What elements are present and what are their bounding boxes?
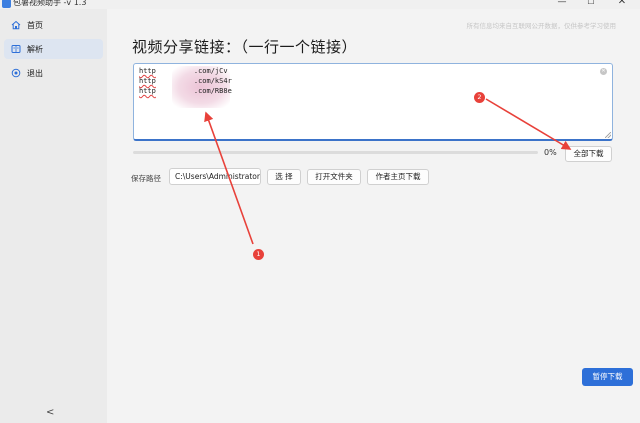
close-button[interactable]: ✕ — [608, 0, 636, 8]
share-links-textarea[interactable]: http .com/jCv http .com/kS4r http .com/RB8e… — [133, 63, 613, 141]
pause-download-button[interactable]: 暂停下载 — [582, 368, 633, 386]
save-path-field[interactable]: C:\Users\Administrator\ — [169, 168, 261, 185]
sidebar: 首页 解析 退出 < — [0, 9, 107, 423]
open-folder-button[interactable]: 打开文件夹 — [307, 169, 361, 185]
sidebar-item-parse[interactable]: 解析 — [4, 39, 103, 59]
author-home-download-button[interactable]: 作者主页下载 — [367, 169, 429, 185]
page-title: 视频分享链接：（一行一个链接） — [132, 38, 358, 56]
download-all-button[interactable]: 全部下载 — [565, 146, 612, 162]
home-icon — [11, 20, 21, 30]
sidebar-item-exit[interactable]: 退出 — [4, 63, 103, 83]
link-line: http .com/jCv — [139, 67, 228, 75]
exit-icon — [11, 68, 21, 78]
window-title: 包薯视频助手 -v 1.3 — [13, 0, 87, 7]
minimize-button[interactable]: — — [548, 0, 576, 8]
download-progress-bar — [133, 151, 538, 154]
disclaimer-notice: 所有信息均来自互联网公开数据，仅供参考学习使用 — [466, 22, 617, 30]
app-window: 包薯视频助手 -v 1.3 — ☐ ✕ 首页 解析 退出 < 所有信息均来自互联… — [0, 0, 640, 423]
choose-folder-button[interactable]: 选 择 — [267, 169, 301, 185]
progress-percent: 0% — [544, 148, 557, 157]
save-path-label: 保存路径 — [131, 174, 161, 183]
collapse-sidebar-icon[interactable]: < — [46, 407, 54, 418]
maximize-button[interactable]: ☐ — [577, 0, 605, 8]
link-line: http .com/kS4r — [139, 77, 232, 85]
main-panel: 所有信息均来自互联网公开数据，仅供参考学习使用 视频分享链接：（一行一个链接） … — [107, 9, 640, 423]
title-bar: 包薯视频助手 -v 1.3 — ☐ ✕ — [0, 0, 640, 9]
parse-icon — [11, 44, 21, 54]
link-line: http .com/RB8e — [139, 87, 232, 95]
sidebar-item-label: 首页 — [27, 20, 43, 30]
resize-handle-icon[interactable] — [605, 132, 611, 138]
app-logo-icon — [2, 0, 11, 8]
clear-text-icon[interactable]: ✕ — [600, 68, 607, 75]
sidebar-item-label: 解析 — [27, 44, 43, 54]
sidebar-item-home[interactable]: 首页 — [4, 15, 103, 35]
sidebar-item-label: 退出 — [27, 68, 43, 78]
